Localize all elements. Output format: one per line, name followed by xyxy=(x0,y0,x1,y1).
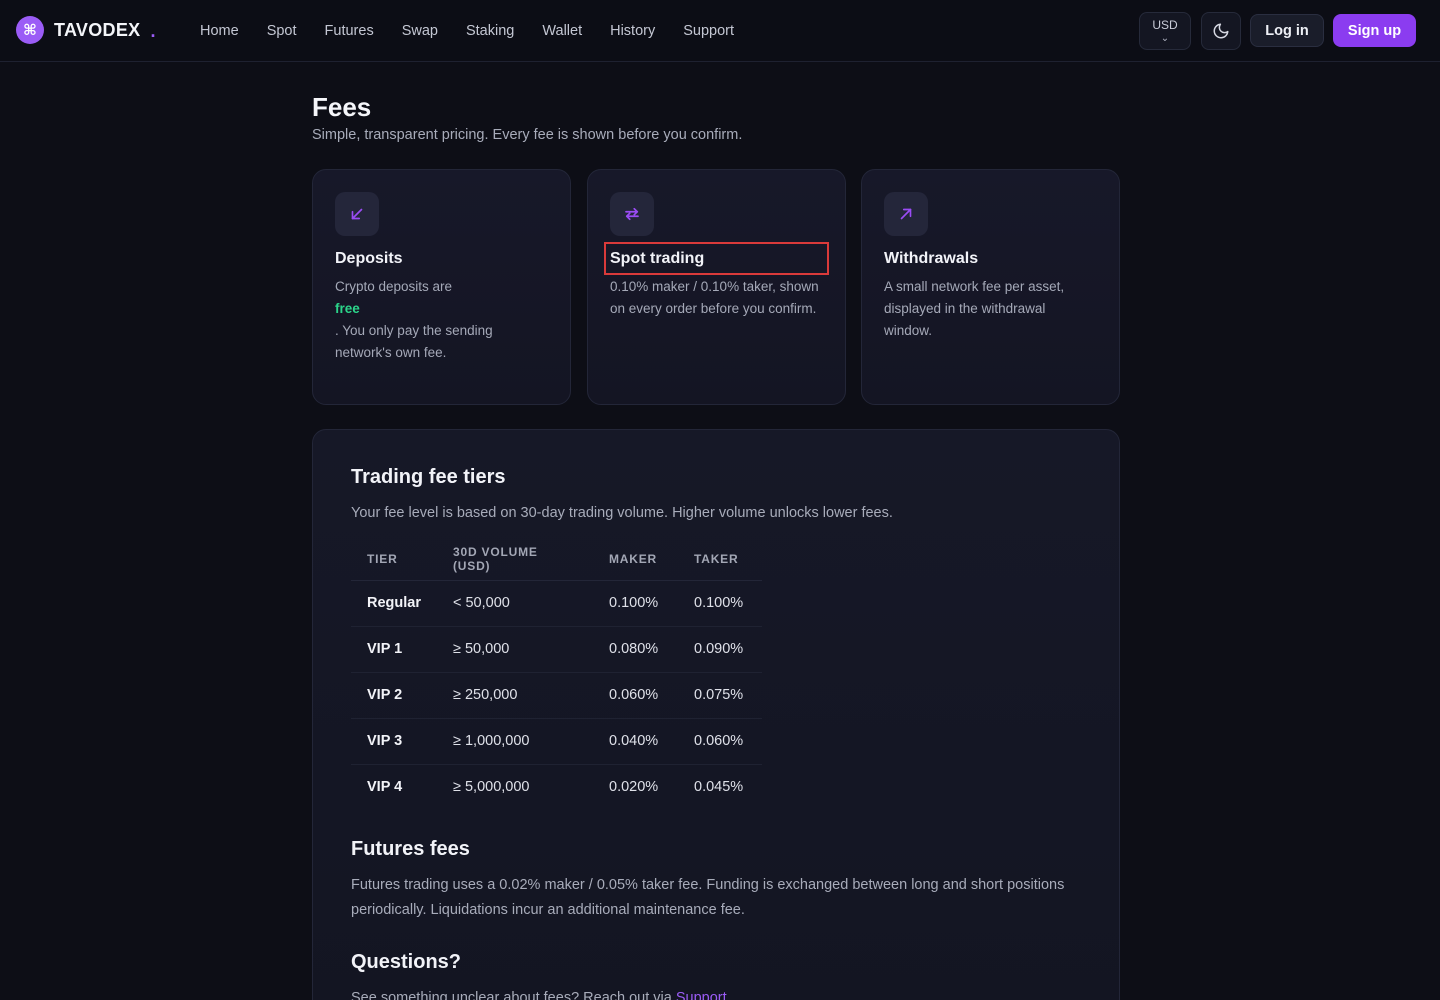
futures-description: Futures trading uses a 0.02% maker / 0.0… xyxy=(351,877,1065,918)
nav-futures[interactable]: Futures xyxy=(311,23,388,39)
taker-cell: 0.045% xyxy=(694,779,744,796)
tier-cell: VIP 4 xyxy=(367,779,403,796)
brand-mark-icon: ⌘ xyxy=(16,16,44,44)
swap-arrows-icon xyxy=(625,207,639,221)
main-nav: Home Spot Futures Swap Staking Wallet Hi… xyxy=(186,0,748,62)
table-row: Regular < 50,000 0.100% 0.100% xyxy=(351,580,762,627)
maker-cell: 0.040% xyxy=(593,718,678,765)
taker-cell: 0.090% xyxy=(678,626,762,673)
volume-cell: ≥ 1,000,000 xyxy=(437,718,593,765)
tier-cell: VIP 2 xyxy=(351,672,437,719)
card-title: Deposits xyxy=(335,250,403,267)
arrow-down-left-icon xyxy=(351,208,363,220)
maker-cell: 0.020% xyxy=(609,779,659,796)
tier-cell: Regular xyxy=(351,580,437,627)
deposits-card: Deposits Crypto deposits are free . You … xyxy=(312,169,571,405)
page-subtitle: Simple, transparent pricing. Every fee i… xyxy=(312,127,743,143)
currency-value: USD xyxy=(1152,18,1178,32)
card-body: Crypto deposits are free . You only pay … xyxy=(335,276,545,364)
page-title: Fees xyxy=(312,92,372,122)
card-body: 0.10% maker / 0.10% taker, shown on ever… xyxy=(610,279,819,316)
nav-spot[interactable]: Spot xyxy=(253,23,311,39)
taker-cell: 0.100% xyxy=(678,580,762,627)
taker-cell: 0.060% xyxy=(678,718,762,765)
nav-wallet[interactable]: Wallet xyxy=(528,23,596,39)
card-body-text: Crypto deposits are xyxy=(335,279,453,294)
table-header-row: TIER 30D VOLUME (USD) MAKER TAKER xyxy=(351,538,762,581)
theme-toggle-button[interactable] xyxy=(1201,12,1241,50)
column-header: TIER xyxy=(351,538,437,581)
brand-suffix: . xyxy=(150,20,156,41)
column-header: MAKER xyxy=(593,538,678,581)
card-icon-container xyxy=(884,192,928,236)
volume-cell: ≥ 5,000,000 xyxy=(453,779,530,796)
volume-cell: ≥ 250,000 xyxy=(437,672,593,719)
free-highlight: free xyxy=(335,301,360,316)
nav-support[interactable]: Support xyxy=(669,23,748,39)
fee-tiers-table: TIER 30D VOLUME (USD) MAKER TAKER Regula… xyxy=(351,538,762,810)
card-title: Withdrawals xyxy=(884,250,979,267)
withdrawals-card: Withdrawals A small network fee per asse… xyxy=(861,169,1120,405)
column-header: TAKER xyxy=(678,538,762,581)
maker-cell: 0.100% xyxy=(593,580,678,627)
questions-title: Questions? xyxy=(351,951,462,973)
spot-trading-card: Spot trading 0.10% maker / 0.10% taker, … xyxy=(587,169,846,405)
taker-cell: 0.075% xyxy=(678,672,762,719)
brand-logo[interactable]: ⌘ TAVODEX . xyxy=(16,16,155,44)
table-row: VIP 1 ≥ 50,000 0.080% 0.090% xyxy=(351,626,762,673)
arrow-up-right-icon xyxy=(900,208,912,220)
top-navigation-bar: ⌘ TAVODEX . Home Spot Futures Swap Staki… xyxy=(0,0,1440,62)
column-header: 30D VOLUME (USD) xyxy=(437,538,593,581)
card-body-text-after: . You only pay the sending network's own… xyxy=(335,323,493,360)
card-body: A small network fee per asset, displayed… xyxy=(884,279,1065,338)
table-row: VIP 3 ≥ 1,000,000 0.040% 0.060% xyxy=(351,718,762,765)
tiers-description: Your fee level is based on 30-day tradin… xyxy=(351,505,893,521)
login-button[interactable]: Log in xyxy=(1250,14,1324,47)
questions-text-body: See something unclear about fees? Reach … xyxy=(351,990,676,1000)
table-row: VIP 4 ≥ 5,000,000 0.020% 0.045% xyxy=(351,764,762,810)
brand-name: TAVODEX xyxy=(54,19,141,40)
currency-selector[interactable]: USD ⌄ xyxy=(1139,12,1191,50)
nav-swap[interactable]: Swap xyxy=(388,23,452,39)
tier-cell: VIP 3 xyxy=(351,718,437,765)
tiers-title: Trading fee tiers xyxy=(351,466,506,488)
tier-cell: VIP 1 xyxy=(351,626,437,673)
support-link[interactable]: Support xyxy=(676,990,727,1000)
questions-text: See something unclear about fees? Reach … xyxy=(351,986,727,1000)
card-icon-container xyxy=(335,192,379,236)
volume-cell: ≥ 50,000 xyxy=(437,626,593,673)
chevron-down-icon: ⌄ xyxy=(1160,33,1170,44)
card-title: Spot trading xyxy=(610,250,705,267)
nav-home[interactable]: Home xyxy=(186,23,253,39)
maker-cell: 0.060% xyxy=(593,672,678,719)
signup-button[interactable]: Sign up xyxy=(1333,14,1416,47)
card-icon-container xyxy=(610,192,654,236)
nav-staking[interactable]: Staking xyxy=(452,23,528,39)
futures-title: Futures fees xyxy=(351,838,470,860)
table-row: VIP 2 ≥ 250,000 0.060% 0.075% xyxy=(351,672,762,719)
volume-cell: < 50,000 xyxy=(437,580,593,627)
fee-details-panel: Trading fee tiers Your fee level is base… xyxy=(312,429,1120,1000)
moon-icon xyxy=(1213,23,1229,39)
maker-cell: 0.080% xyxy=(593,626,678,673)
nav-history[interactable]: History xyxy=(596,23,669,39)
